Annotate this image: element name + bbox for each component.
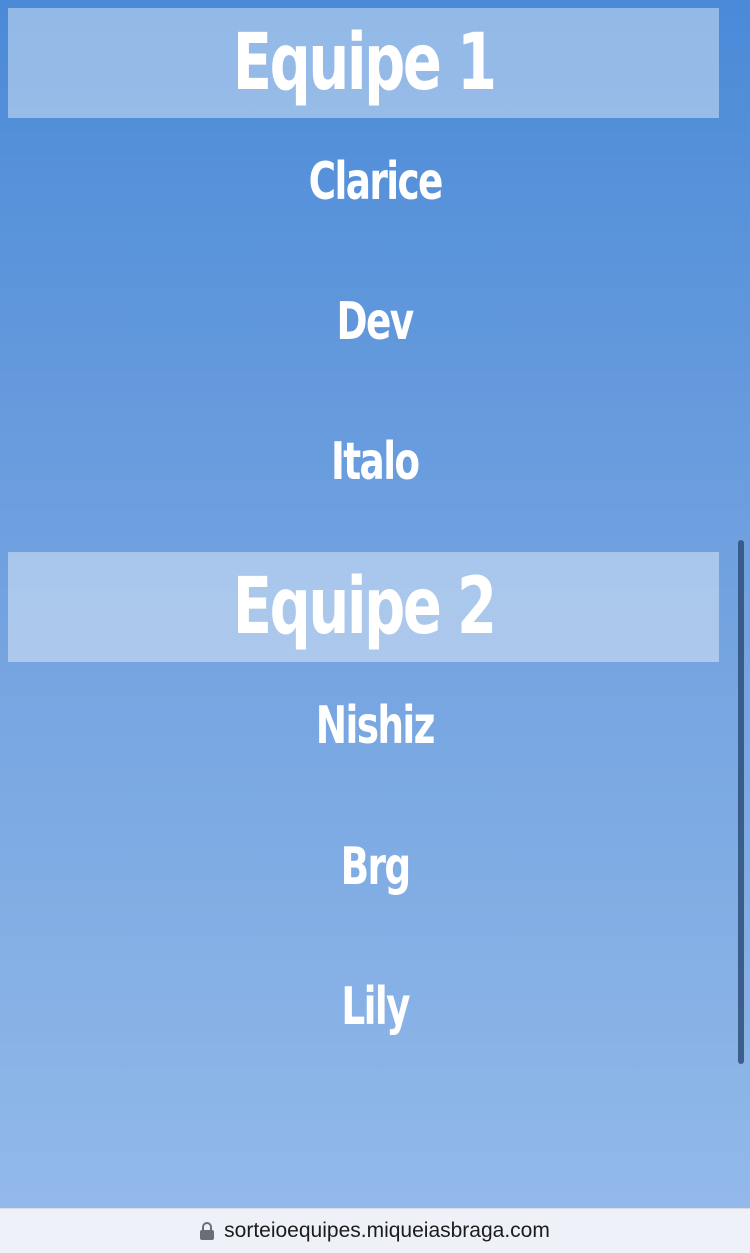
vertical-scrollbar[interactable] [738,540,744,1064]
browser-url-bar[interactable]: sorteioequipes.miqueiasbraga.com [0,1208,750,1253]
team-2-member: Brg [0,837,750,897]
team-1-header: Equipe 1 [8,8,719,118]
team-2-header: Equipe 2 [8,552,719,662]
member-name: Clarice [308,152,443,212]
member-name: Nishiz [315,696,436,756]
team-2-member: Nishiz [0,696,750,756]
lock-icon [200,1222,215,1240]
team-1-member: Clarice [0,152,750,212]
team-2-member: Lily [0,977,750,1037]
url-text[interactable]: sorteioequipes.miqueiasbraga.com [224,1219,550,1243]
results-page: Equipe 1 Clarice Dev Italo Equipe 2 Nish… [0,0,750,1208]
team-1-member: Italo [0,432,750,492]
team-2-title: Equipe 2 [232,562,497,652]
member-name: Italo [331,432,420,492]
member-name: Lily [341,977,410,1037]
team-1-member: Dev [0,292,750,352]
member-name: Brg [340,837,412,897]
member-name: Dev [336,292,415,352]
team-1-title: Equipe 1 [232,18,497,108]
